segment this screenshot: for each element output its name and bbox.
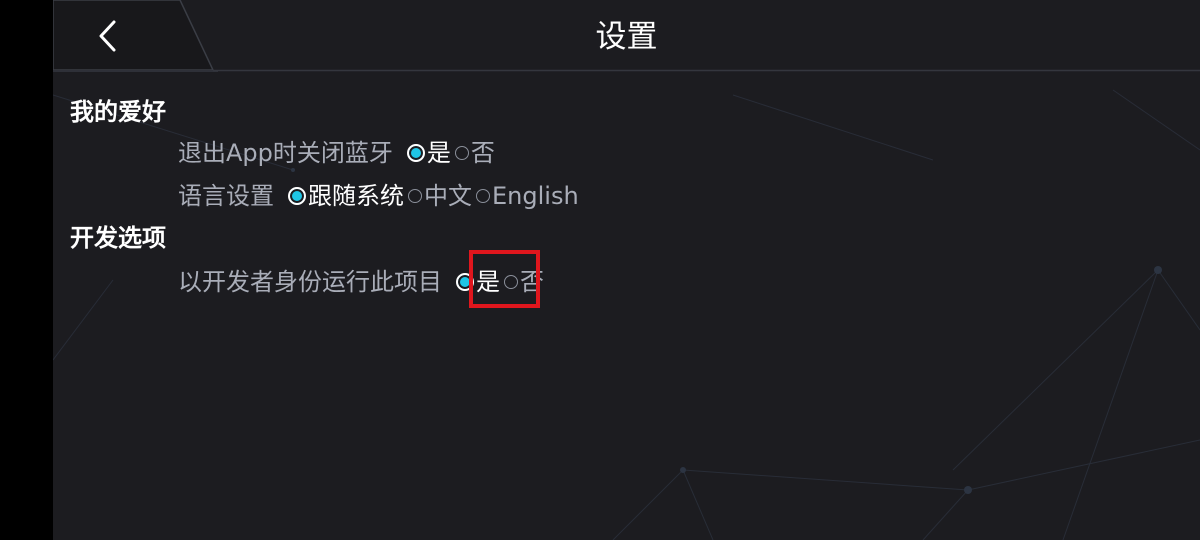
radio-option-follow-system[interactable]: 跟随系统	[284, 179, 404, 213]
radio-unchecked-icon	[504, 275, 518, 289]
section-title-developer-options: 开发选项	[70, 224, 166, 252]
radio-option-no[interactable]: 否	[500, 265, 544, 299]
radio-option-yes[interactable]: 是	[403, 136, 451, 170]
setting-label: 以开发者身份运行此项目	[178, 268, 442, 296]
option-label: 是	[426, 139, 451, 167]
section-title-hobbies: 我的爱好	[70, 98, 166, 126]
radio-option-chinese[interactable]: 中文	[404, 179, 472, 213]
option-label: 否	[520, 268, 544, 296]
radio-checked-icon	[456, 273, 474, 291]
setting-label: 语言设置	[178, 182, 274, 210]
setting-row-bluetooth: 退出App时关闭蓝牙 是 否	[178, 136, 495, 170]
setting-label: 退出App时关闭蓝牙	[178, 139, 393, 167]
option-label: English	[492, 182, 579, 210]
settings-screen: 设置 我的爱好 退出App时关闭蓝牙 是 否 语言设置 跟随系统 中文 Engl…	[53, 0, 1200, 540]
option-label: 跟随系统	[308, 182, 404, 210]
option-label: 否	[470, 139, 495, 167]
setting-row-run-as-developer: 以开发者身份运行此项目 是 否	[178, 265, 544, 299]
radio-option-yes[interactable]: 是	[452, 265, 500, 299]
radio-checked-icon	[406, 144, 425, 162]
page-title: 设置	[595, 19, 658, 55]
radio-checked-icon	[288, 187, 306, 205]
header-bar: 设置	[53, 0, 1200, 72]
radio-unchecked-icon	[476, 189, 490, 203]
option-label: 是	[476, 268, 500, 296]
radio-unchecked-icon	[408, 189, 422, 203]
setting-row-language: 语言设置 跟随系统 中文 English	[178, 179, 579, 213]
radio-option-no[interactable]: 否	[451, 136, 495, 170]
radio-option-english[interactable]: English	[472, 179, 579, 213]
option-label: 中文	[424, 182, 472, 210]
radio-unchecked-icon	[454, 146, 469, 160]
